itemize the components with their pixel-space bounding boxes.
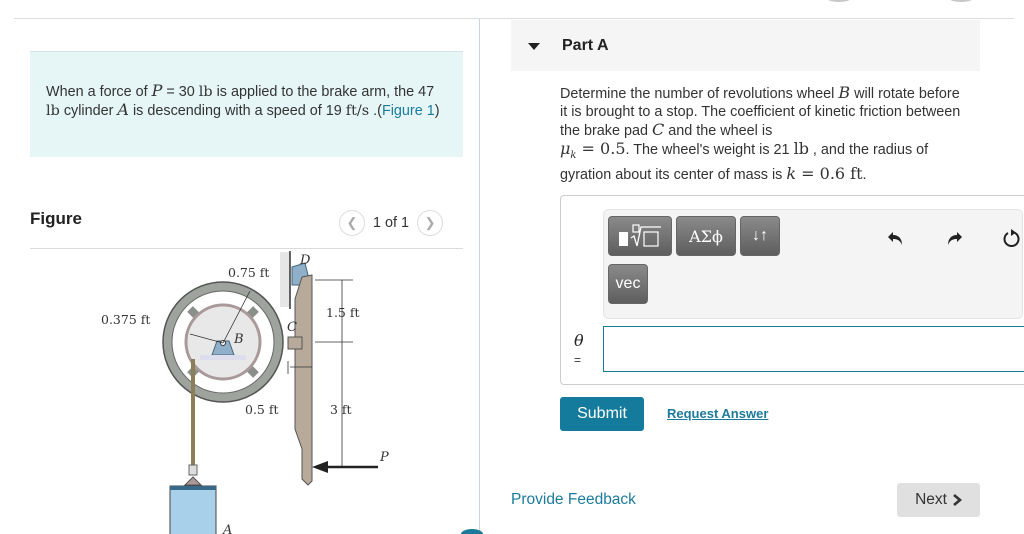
figure-prev-button[interactable]: ❮ xyxy=(339,210,365,236)
rope-clamp xyxy=(188,464,198,476)
answer-variable: θ xyxy=(574,331,584,350)
answer-equals: = xyxy=(574,353,582,367)
text: is applied to the brake arm, the 47 xyxy=(212,84,435,100)
figure-link[interactable]: Figure 1 xyxy=(382,103,435,119)
reset-button[interactable] xyxy=(1000,226,1024,250)
collapse-triangle-icon[interactable] xyxy=(528,43,540,50)
unit: lb xyxy=(198,84,213,100)
part-title: Part A xyxy=(562,36,609,54)
arrows-button[interactable]: ↓↑ xyxy=(740,216,780,256)
k-value: = 0.6 ft xyxy=(796,163,863,183)
chevron-left-icon: ❮ xyxy=(346,215,358,230)
question-text: Determine the number of revolutions whee… xyxy=(560,84,970,184)
unit: lb xyxy=(793,139,809,158)
top-rule xyxy=(14,18,1014,19)
answer-area: ΑΣϕ ↓↑ vec θ = xyxy=(560,195,1024,385)
vec-button[interactable]: vec xyxy=(608,264,648,304)
undo-icon xyxy=(888,232,902,245)
chevron-right-icon xyxy=(953,494,962,506)
base-b xyxy=(200,355,246,360)
submit-button[interactable]: Submit xyxy=(560,397,644,431)
scroll-indicator xyxy=(461,529,483,534)
label-pad-offset: 0.5 ft xyxy=(245,402,279,417)
wall-hatching xyxy=(280,252,290,307)
text: .( xyxy=(369,103,382,119)
text: When a force of xyxy=(46,84,152,100)
answer-input[interactable] xyxy=(603,326,1024,372)
var-p: P xyxy=(151,81,163,100)
var-c: C xyxy=(652,120,665,139)
chevron-right-icon: ❯ xyxy=(424,215,436,230)
cylinder-a xyxy=(169,485,217,534)
label-a: A xyxy=(222,523,232,534)
problem-statement: When a force of P = 30 lb is applied to … xyxy=(30,51,463,157)
figure-next-button[interactable]: ❯ xyxy=(417,210,444,236)
next-button[interactable]: Next xyxy=(897,483,980,517)
math-toolbar: ΑΣϕ ↓↑ vec xyxy=(603,209,1023,319)
var-k: k xyxy=(786,163,797,183)
redo-button[interactable] xyxy=(942,226,966,250)
brake-figure: 0.75 ft 0.375 ft 0.5 ft 1.5 ft 3 ft B C … xyxy=(101,251,389,534)
cylinder-hook xyxy=(183,476,203,486)
reset-icon xyxy=(1003,229,1020,248)
text: cylinder xyxy=(59,103,118,119)
text: = 30 xyxy=(162,84,199,100)
figure-title: Figure xyxy=(30,209,82,228)
text: . The wheel's weight is 21 xyxy=(625,142,794,158)
var-b: B xyxy=(838,83,851,102)
mu-value: = 0.5 xyxy=(576,139,626,158)
unit: lb xyxy=(46,103,60,119)
next-label: Next xyxy=(915,491,947,508)
text: . xyxy=(862,166,867,183)
header-decoration xyxy=(828,0,850,2)
undo-button[interactable] xyxy=(884,226,908,250)
column-divider xyxy=(479,19,480,534)
text: is descending with a speed of 19 xyxy=(128,103,346,119)
label-r-inner: 0.375 ft xyxy=(101,312,150,327)
request-answer-link[interactable]: Request Answer xyxy=(667,406,768,421)
figure-nav: ❮ 1 of 1 ❯ xyxy=(339,210,444,236)
var-mu: μ xyxy=(560,139,571,158)
brake-arm xyxy=(294,274,313,486)
var-a: A xyxy=(117,100,129,119)
label-d-to-c: 1.5 ft xyxy=(326,305,360,320)
unit: ft/s xyxy=(345,103,370,119)
label-b: B xyxy=(233,332,244,347)
text: and the wheel is xyxy=(664,123,773,139)
provide-feedback-link[interactable]: Provide Feedback xyxy=(511,491,636,509)
brake-pad-c xyxy=(287,336,303,350)
label-c: C xyxy=(287,320,297,335)
part-a-header[interactable]: Part A xyxy=(511,20,980,71)
header-decoration xyxy=(950,0,972,2)
redo-icon xyxy=(948,232,962,245)
text: ) xyxy=(434,103,440,119)
text: Determine the number of revolutions whee… xyxy=(560,86,839,102)
label-r-outer: 0.75 ft xyxy=(228,265,269,280)
cylinder-cap xyxy=(170,486,216,490)
templates-icon xyxy=(619,224,661,247)
history-controls xyxy=(884,226,1024,250)
templates-button[interactable] xyxy=(608,216,672,256)
figure-counter: 1 of 1 xyxy=(373,215,410,231)
force-p-arrowhead xyxy=(312,461,328,473)
label-d: D xyxy=(299,253,311,268)
greek-letters-button[interactable]: ΑΣϕ xyxy=(676,216,736,256)
label-p: P xyxy=(379,450,389,465)
label-c-to-p: 3 ft xyxy=(330,402,352,417)
